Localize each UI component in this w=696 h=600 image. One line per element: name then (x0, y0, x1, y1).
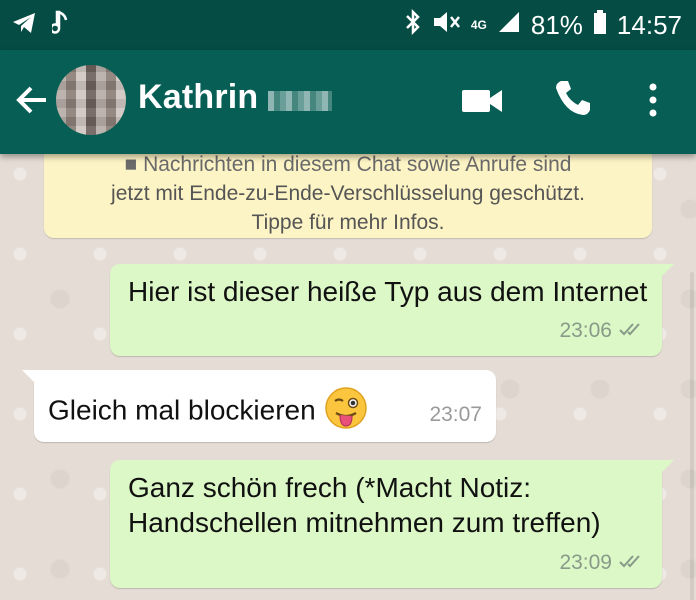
bubble-tail (660, 460, 674, 474)
vibrate-mute-icon (431, 9, 461, 42)
contact-name: Kathrin (138, 78, 259, 116)
video-call-icon[interactable] (460, 84, 504, 118)
message-time: 23:07 (429, 403, 482, 426)
chat-header: Kathrin (0, 50, 696, 154)
message-meta: 23:06 (559, 313, 646, 348)
message-text: Gleich mal blockieren (48, 394, 316, 426)
message-bubble-outgoing[interactable]: Hier ist dieser heiße Typ aus dem Intern… (110, 264, 674, 356)
music-note-icon (49, 10, 70, 41)
message-bubble-outgoing[interactable]: Ganz schön frech (*Macht Notiz: Handsche… (110, 460, 674, 588)
battery-percent: 81% (530, 9, 583, 40)
message-meta: 23:09 (559, 545, 646, 580)
encryption-notice-line2: jetzt mit Ende-zu-Ende-Verschlüsselung g… (111, 182, 585, 205)
avatar[interactable] (56, 65, 126, 135)
encryption-notice-line1: ■ Nachrichten in diesem Chat sowie Anruf… (124, 154, 572, 176)
telegram-icon (12, 12, 36, 39)
phone-icon[interactable] (553, 78, 593, 118)
contact-surname-blur (268, 90, 333, 111)
status-time: 14:57 (616, 9, 682, 40)
double-check-icon (618, 545, 646, 580)
battery-icon (593, 9, 607, 42)
lock-icon: ■ (124, 154, 138, 176)
bubble-tail (660, 264, 674, 278)
winking-face-tongue-emoji (324, 386, 368, 438)
message-time: 23:09 (559, 551, 612, 574)
back-arrow-icon[interactable] (12, 80, 52, 120)
scrollbar[interactable] (690, 272, 694, 600)
message-time: 23:06 (559, 319, 612, 342)
contact-name-area[interactable]: Kathrin (138, 78, 333, 117)
chat-area[interactable]: ■ Nachrichten in diesem Chat sowie Anruf… (0, 154, 696, 600)
message-meta: 23:07 (429, 397, 482, 432)
message-text: Ganz schön frech (*Macht Notiz: Handsche… (128, 472, 601, 538)
double-check-icon (618, 313, 646, 348)
network-type-label: 4G (470, 18, 487, 32)
status-left (12, 0, 70, 50)
more-vert-icon[interactable] (643, 80, 663, 120)
signal-icon (497, 10, 521, 41)
message-text: Hier ist dieser heiße Typ aus dem Intern… (128, 276, 648, 307)
encryption-notice-line3: Tippe für mehr Infos. (251, 211, 445, 234)
message-bubble-incoming[interactable]: Gleich mal blockieren 23:07 (22, 370, 496, 442)
status-bar: 4G 81% 14:57 (0, 0, 696, 50)
bluetooth-icon (405, 8, 421, 42)
status-right: 4G 81% 14:57 (405, 0, 682, 50)
encryption-notice[interactable]: ■ Nachrichten in diesem Chat sowie Anruf… (44, 154, 652, 238)
message-text-wrap: Gleich mal blockieren (48, 386, 408, 438)
bubble-tail (22, 370, 36, 384)
